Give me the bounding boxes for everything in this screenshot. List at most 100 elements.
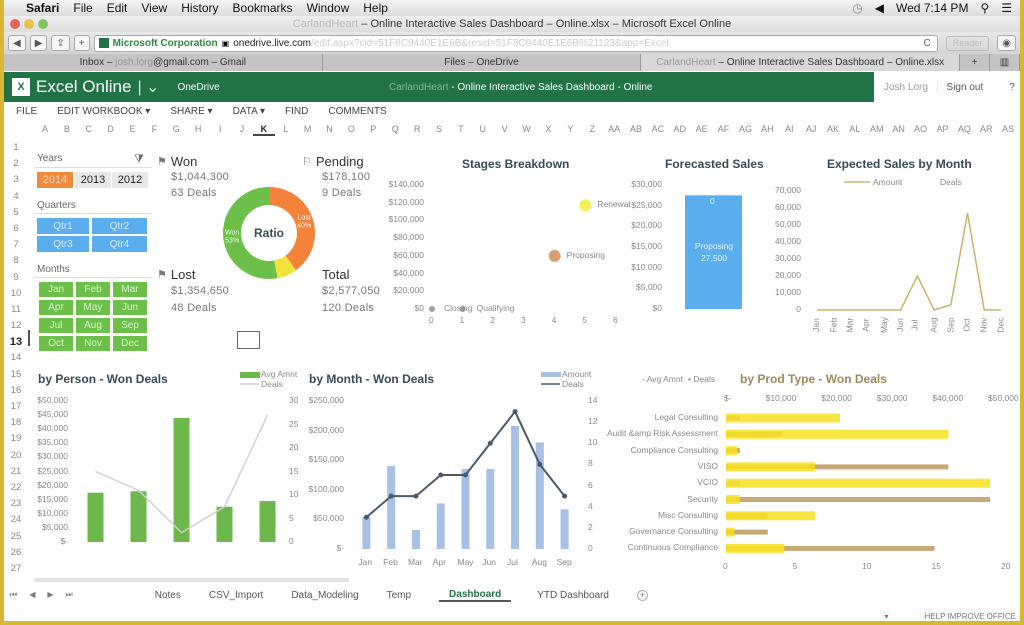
forecast-y-tick: $25,000 (631, 199, 662, 210)
prod-x-top-tick: $50,000 (988, 393, 1019, 403)
next-sheet-icon[interactable]: ▶ (47, 590, 53, 600)
slicer-month-may[interactable]: May (76, 300, 110, 315)
slicer-month-oct[interactable]: Oct (39, 336, 73, 351)
month-x-tick: Jul (507, 557, 518, 567)
expected-x-tick: May (878, 316, 889, 334)
sheet-tab-notes[interactable]: Notes (155, 590, 181, 601)
sheet-tab-data-modeling[interactable]: Data_Modeling (291, 590, 358, 601)
expected-x-tick: Apr (860, 318, 871, 332)
prev-sheet-icon[interactable]: ◀ (29, 590, 35, 600)
month-x-tick: Jan (358, 557, 373, 567)
slicer-month-jan[interactable]: Jan (39, 282, 73, 297)
forecast-y-tick: $15,000 (631, 241, 662, 251)
stages-point-label: Closing (444, 303, 473, 313)
prod-x-bottom-tick: 10 (862, 561, 872, 571)
person-y2-tick: 0 (289, 536, 294, 546)
expected-x-tick: Oct (961, 318, 972, 332)
first-sheet-icon[interactable]: ⏮ (10, 590, 17, 600)
slicer-month-feb[interactable]: Feb (76, 282, 110, 297)
sheet-tab-csv-import[interactable]: CSV_Import (209, 590, 263, 601)
prod-avg-bar (726, 543, 785, 553)
sheet-tab-dashboard[interactable]: Dashboard (439, 589, 512, 602)
prod-avg-bar (726, 446, 738, 456)
stages-x-tick: 0 (429, 315, 434, 325)
expected-y-tick: 20,000 (775, 270, 801, 280)
prod-x-bottom-tick: 20 (1001, 561, 1011, 571)
forecast-y-tick: $0 (652, 303, 662, 313)
forecast-y-tick: $20,000 (631, 220, 662, 231)
expected-y-tick: 10,000 (775, 287, 801, 297)
person-y-tick: $20,000 (37, 479, 68, 490)
person-y-tick: $15,000 (37, 493, 68, 504)
sheet-tab-ytd-dashboard[interactable]: YTD Dashboard (537, 590, 609, 601)
stages-y-tick: $40,000 (393, 267, 424, 278)
month-x-tick: May (457, 557, 474, 567)
person-y-tick: $45,000 (37, 409, 68, 420)
expected-y-tick: 30,000 (775, 253, 801, 263)
person-y-tick: $5,000 (42, 521, 68, 532)
month-x-tick: Apr (432, 557, 446, 567)
horizontal-scrollbar[interactable] (34, 578, 349, 582)
prod-category-label: VCIO (697, 477, 718, 488)
status-arrow-icon[interactable]: ▾ (885, 612, 889, 621)
person-y2-tick: 20 (289, 442, 299, 452)
expected-legend-amount: Amount (873, 177, 903, 187)
person-y-tick: $25,000 (37, 465, 68, 476)
person-legend-avg: Avg Amnt (261, 369, 298, 379)
prod-x-top-tick: $- (724, 393, 732, 403)
expected-legend-deals: Deals (940, 177, 962, 187)
slicer-month-jul[interactable]: Jul (39, 318, 73, 333)
add-sheet-button[interactable]: + (636, 589, 648, 601)
prod-avg-bar (726, 527, 735, 537)
expected-y-tick: 60,000 (775, 202, 801, 212)
expected-x-tick: Nov (978, 317, 989, 333)
slicer-month-jun[interactable]: Jun (113, 300, 147, 315)
prod-category-label: Governance Consulting (629, 526, 718, 537)
prod-avg-bar (726, 429, 949, 439)
stages-x-tick: 1 (459, 315, 465, 325)
prod-x-top-tick: $30,000 (876, 393, 908, 403)
month-y-tick: $150,000 (308, 454, 344, 465)
month-y-tick: $50,000 (313, 513, 344, 524)
slicer-month-mar[interactable]: Mar (113, 282, 147, 297)
expected-y-tick: 0 (796, 304, 801, 314)
status-bar: ▾ HELP IMPROVE OFFICE (885, 612, 1016, 621)
sheet-tab-temp[interactable]: Temp (387, 590, 411, 601)
month-x-tick: Aug (531, 557, 547, 567)
slicer-month-sep[interactable]: Sep (113, 318, 147, 333)
prod-category-label: Legal Consulting (654, 412, 718, 422)
person-y2-tick: 10 (289, 489, 299, 499)
forecast-bar-label: Proposing (694, 241, 734, 251)
stages-y-tick: $100,000 (388, 214, 424, 225)
person-y-tick: $- (60, 536, 68, 546)
month-x-tick: Sep (556, 557, 572, 567)
person-y2-tick: 25 (289, 418, 299, 429)
slicer-month-nov[interactable]: Nov (76, 336, 110, 351)
screen: Safari File Edit View History Bookmarks … (4, 0, 1020, 621)
prod-category-label: Compliance Consulting (630, 444, 718, 455)
expected-x-tick: Feb (828, 317, 839, 333)
prod-category-label: Security (687, 493, 718, 504)
help-improve-office-link[interactable]: HELP IMPROVE OFFICE (925, 612, 1016, 621)
month-x-tick: Feb (383, 557, 398, 567)
prod-avg-bar (726, 413, 840, 423)
slicer-month-apr[interactable]: Apr (39, 300, 73, 315)
stages-y-tick: $0 (414, 303, 424, 313)
last-sheet-icon[interactable]: ⏭ (66, 590, 73, 600)
expected-x-tick: Dec (995, 317, 1006, 333)
prod-legend-deals: ▪ Deals (688, 374, 716, 384)
stages-y-tick: $60,000 (393, 249, 424, 260)
person-y-tick: $50,000 (37, 395, 68, 405)
slicer-month-aug[interactable]: Aug (76, 318, 110, 333)
month-y-tick: $250,000 (308, 395, 344, 405)
stages-y-tick: $120,000 (388, 196, 424, 207)
month-y-tick: $100,000 (308, 483, 344, 494)
expected-x-tick: Mar (844, 317, 855, 333)
expected-y-tick: 40,000 (775, 236, 801, 246)
person-y2-tick: 30 (289, 395, 299, 405)
month-x-tick: Mar (407, 557, 423, 567)
person-y-tick: $30,000 (37, 451, 68, 462)
stages-y-tick: $80,000 (393, 232, 424, 243)
slicer-month-dec[interactable]: Dec (113, 336, 147, 351)
prod-x-bottom-tick: 5 (792, 561, 798, 571)
